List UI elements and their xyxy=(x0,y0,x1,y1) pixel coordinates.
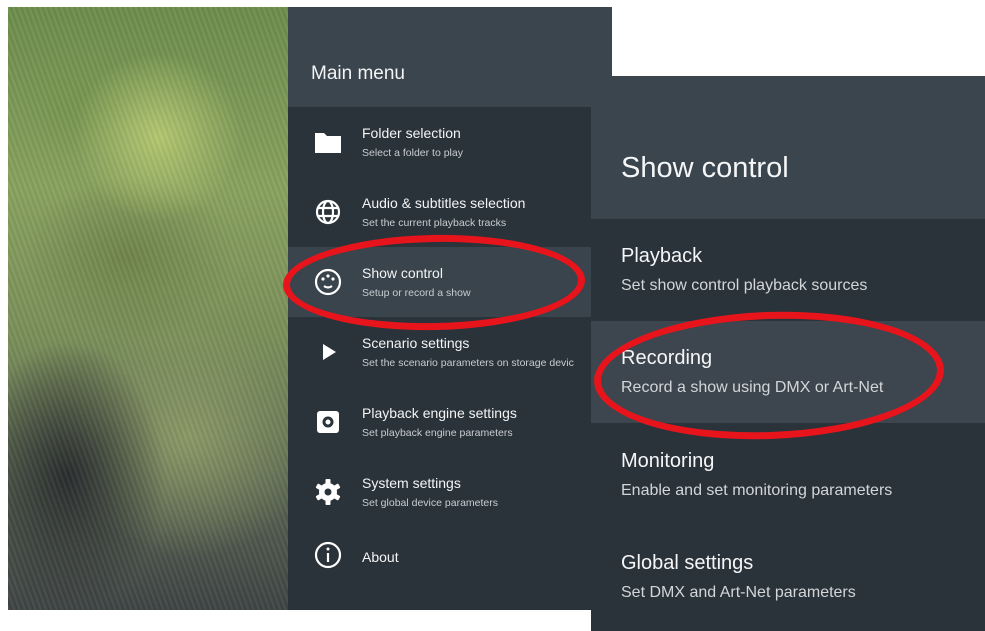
show-control-item-label: Global settings xyxy=(621,552,754,574)
folder-icon xyxy=(312,126,344,158)
engine-settings-icon xyxy=(312,406,344,438)
show-control-item-global-settings[interactable]: Global settings Set DMX and Art-Net para… xyxy=(591,526,985,628)
show-control-item-monitoring[interactable]: Monitoring Enable and set monitoring par… xyxy=(591,424,985,526)
gear-icon xyxy=(312,476,344,508)
show-control-item-recording[interactable]: Recording Record a show using DMX or Art… xyxy=(591,321,985,423)
show-control-item-description: Enable and set monitoring parameters xyxy=(621,482,893,499)
menu-item-label: Playback engine settings xyxy=(362,405,517,421)
show-control-item-description: Record a show using DMX or Art-Net xyxy=(621,379,884,396)
show-control-item-label: Monitoring xyxy=(621,450,715,472)
menu-item-label: Show control xyxy=(362,265,443,281)
menu-item-label: Audio & subtitles selection xyxy=(362,195,526,211)
menu-item-description: Setup or record a show xyxy=(362,287,471,299)
menu-item-audio-subtitles[interactable]: Audio & subtitles selection Set the curr… xyxy=(288,177,612,247)
menu-item-label: Scenario settings xyxy=(362,335,470,351)
menu-item-system-settings[interactable]: System settings Set global device parame… xyxy=(288,457,612,527)
menu-item-description: Set the scenario parameters on storage d… xyxy=(362,357,574,369)
menu-item-description: Set global device parameters xyxy=(362,497,498,509)
show-control-panel: Show control Playback Set show control p… xyxy=(591,76,985,631)
menu-item-description: Select a folder to play xyxy=(362,147,463,159)
show-control-item-description: Set show control playback sources xyxy=(621,277,868,294)
globe-icon xyxy=(312,196,344,228)
main-menu-title: Main menu xyxy=(311,63,405,84)
main-menu-panel: Main menu Folder selection Select a fold… xyxy=(288,7,612,610)
play-icon xyxy=(312,336,344,368)
background-photo xyxy=(8,7,288,610)
menu-item-about[interactable]: About xyxy=(288,527,612,597)
main-menu-header: Main menu xyxy=(288,7,612,107)
show-control-item-description: Set DMX and Art-Net parameters xyxy=(621,584,856,601)
show-control-icon xyxy=(312,266,344,298)
show-control-item-label: Playback xyxy=(621,245,703,267)
show-control-item-label: Recording xyxy=(621,347,713,369)
menu-item-folder-selection[interactable]: Folder selection Select a folder to play xyxy=(288,107,612,177)
show-control-header: Show control xyxy=(591,76,985,219)
menu-item-label: System settings xyxy=(362,475,461,491)
menu-item-label: About xyxy=(362,549,399,565)
menu-item-scenario-settings[interactable]: Scenario settings Set the scenario param… xyxy=(288,317,612,387)
menu-item-description: Set playback engine parameters xyxy=(362,427,513,439)
menu-item-show-control[interactable]: Show control Setup or record a show xyxy=(288,247,612,317)
menu-item-description: Set the current playback tracks xyxy=(362,217,507,229)
info-icon xyxy=(312,539,344,571)
show-control-title: Show control xyxy=(621,152,789,184)
menu-item-playback-engine-settings[interactable]: Playback engine settings Set playback en… xyxy=(288,387,612,457)
show-control-item-playback[interactable]: Playback Set show control playback sourc… xyxy=(591,219,985,321)
menu-item-label: Folder selection xyxy=(362,125,461,141)
